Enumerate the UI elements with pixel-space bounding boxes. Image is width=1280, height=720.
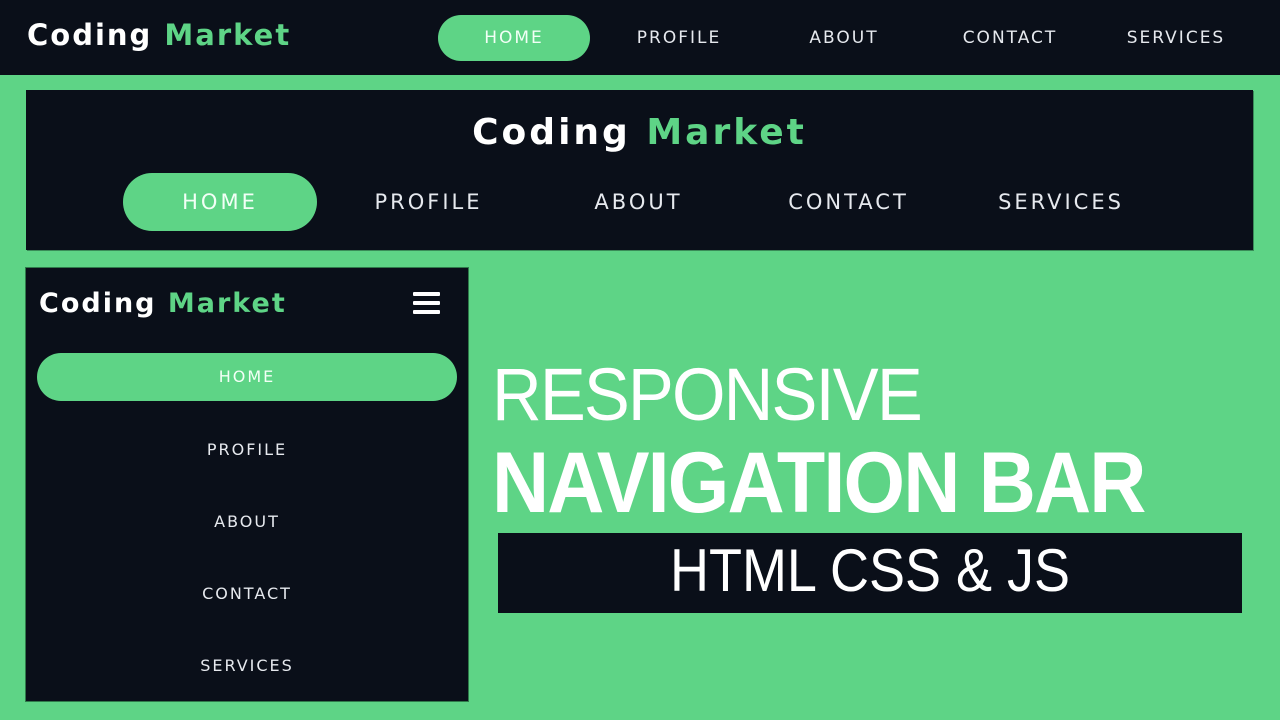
nav-contact[interactable]: CONTACT bbox=[26, 570, 468, 618]
nav-contact[interactable]: CONTACT bbox=[771, 173, 926, 231]
subtitle-text: HTML CSS & JS bbox=[669, 537, 1071, 604]
nav-home[interactable]: HOME bbox=[37, 353, 457, 401]
brand-first: Coding bbox=[472, 112, 631, 153]
brand-first: Coding bbox=[39, 288, 157, 319]
nav-services[interactable]: SERVICES bbox=[981, 173, 1141, 231]
nav-profile[interactable]: PROFILE bbox=[26, 426, 468, 474]
subtitle-banner: HTML CSS & JS bbox=[498, 533, 1242, 613]
headline-line1: RESPONSIVE bbox=[492, 353, 923, 436]
nav-home[interactable]: HOME bbox=[123, 173, 317, 231]
nav-services[interactable]: SERVICES bbox=[1110, 15, 1242, 61]
brand-logo[interactable]: Coding Market bbox=[39, 288, 287, 319]
navbar-mobile: Coding Market HOME PROFILE ABOUT CONTACT… bbox=[26, 268, 468, 701]
nav-home[interactable]: HOME bbox=[438, 15, 590, 61]
navbar-desktop-horizontal: Coding Market HOME PROFILE ABOUT CONTACT… bbox=[0, 0, 1280, 75]
nav-contact[interactable]: CONTACT bbox=[945, 15, 1075, 61]
brand-second: Market bbox=[646, 112, 807, 153]
brand-second: Market bbox=[167, 288, 287, 319]
brand-first: Coding bbox=[27, 18, 153, 52]
brand-second: Market bbox=[164, 18, 292, 52]
nav-about[interactable]: ABOUT bbox=[26, 498, 468, 546]
navbar-desktop-centered: Coding Market HOME PROFILE ABOUT CONTACT… bbox=[26, 90, 1253, 250]
nav-about[interactable]: ABOUT bbox=[784, 15, 904, 61]
brand-logo[interactable]: Coding Market bbox=[26, 112, 1253, 153]
headline-line2: NAVIGATION BAR bbox=[492, 435, 1146, 531]
nav-services[interactable]: SERVICES bbox=[26, 642, 468, 690]
brand-logo[interactable]: Coding Market bbox=[27, 18, 291, 52]
hamburger-icon[interactable] bbox=[413, 292, 440, 314]
nav-profile[interactable]: PROFILE bbox=[612, 15, 746, 61]
nav-about[interactable]: ABOUT bbox=[571, 173, 706, 231]
nav-profile[interactable]: PROFILE bbox=[356, 173, 501, 231]
